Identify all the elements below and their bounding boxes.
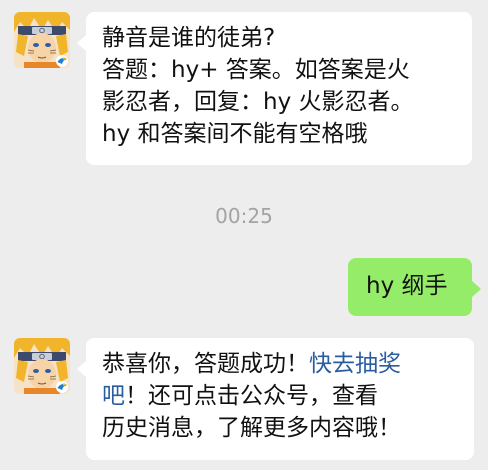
- message-text-line: 历史消息，了解更多内容哦！: [102, 415, 401, 441]
- message-text-line: 影忍者，回复：hy 火影忍者。: [102, 89, 414, 115]
- received-message-bubble[interactable]: 恭喜你，答题成功！快去抽奖 吧！还可点击公众号，查看 历史消息，了解更多内容哦！: [77, 338, 474, 460]
- message-text-line: 恭喜你，答题成功！快去抽奖: [102, 348, 458, 380]
- lottery-link[interactable]: 快去抽奖: [309, 351, 401, 377]
- message-text-line: 吧！还可点击公众号，查看: [102, 380, 458, 412]
- message-text-line: hy 和答案间不能有空格哦: [102, 121, 368, 147]
- message-text: ！还可点击公众号，查看: [125, 383, 378, 409]
- message-text: 恭喜你，答题成功！: [102, 351, 309, 377]
- chat-timestamp: 00:25: [215, 204, 273, 228]
- message-text-line: 静音是谁的徒弟?: [102, 25, 276, 51]
- sent-message-bubble[interactable]: hy 纲手: [348, 258, 481, 316]
- message-text-line: 答题：hy+ 答案。如答案是火: [102, 57, 410, 83]
- message-text: hy 纲手: [366, 273, 448, 299]
- naruto-avatar-icon[interactable]: [14, 338, 70, 394]
- received-message-bubble[interactable]: 静音是谁的徒弟? 答题：hy+ 答案。如答案是火 影忍者，回复：hy 火影忍者。…: [77, 12, 472, 165]
- naruto-avatar-icon[interactable]: [14, 12, 70, 68]
- lottery-link[interactable]: 吧: [102, 383, 125, 409]
